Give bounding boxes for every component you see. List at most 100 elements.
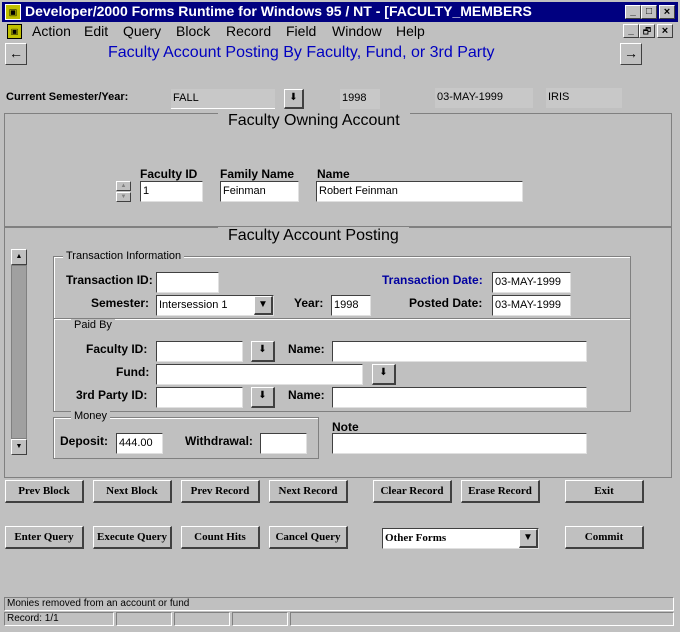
posting-section-title: Faculty Account Posting <box>218 227 409 245</box>
current-semester-label: Current Semester/Year: <box>6 91 129 103</box>
menu-block[interactable]: Block <box>176 23 210 39</box>
menu-help[interactable]: Help <box>396 23 425 39</box>
clear-record-button[interactable]: Clear Record <box>373 480 452 503</box>
paid-faculty-lov-button[interactable]: ⬇ <box>251 341 275 362</box>
menu-action[interactable]: Action <box>32 23 71 39</box>
status-message-text: Monies removed from an account or fund <box>7 598 190 609</box>
record-scroll-up[interactable]: ▲ <box>116 181 131 191</box>
next-record-button[interactable]: Next Record <box>269 480 348 503</box>
third-party-name-label: Name: <box>288 388 325 402</box>
app-icon[interactable]: ▣ <box>5 4 21 20</box>
semester-lov-button[interactable]: ⬇ <box>284 89 304 109</box>
fund-lov-button[interactable]: ⬇ <box>372 364 396 385</box>
enter-query-button[interactable]: Enter Query <box>5 526 84 549</box>
prev-form-button[interactable]: ← <box>5 43 27 65</box>
third-party-id-field[interactable] <box>156 387 243 408</box>
transaction-id-field[interactable] <box>156 272 219 293</box>
mdi-restore-button[interactable]: 🗗 <box>639 24 655 38</box>
owning-family-name-field[interactable]: Feinman <box>220 181 299 202</box>
exit-button[interactable]: Exit <box>565 480 644 503</box>
scroll-down-button[interactable]: ▼ <box>11 439 27 455</box>
execute-query-button[interactable]: Execute Query <box>93 526 172 549</box>
status-cell-3 <box>174 612 230 626</box>
menu-window[interactable]: Window <box>332 23 382 39</box>
menu-bar: ▣ Action Edit Query Block Record Field W… <box>2 22 678 41</box>
count-hits-button[interactable]: Count Hits <box>181 526 260 549</box>
minimize-button[interactable]: _ <box>625 5 641 19</box>
current-year-field[interactable]: 1998 <box>340 89 380 109</box>
close-icon: × <box>663 6 671 18</box>
owning-name-field[interactable]: Robert Feinman <box>316 181 523 202</box>
paid-name-label: Name: <box>288 342 325 356</box>
commit-button[interactable]: Commit <box>565 526 644 549</box>
semester-dropdown-button[interactable]: ▼ <box>254 296 273 315</box>
paid-faculty-id-field[interactable] <box>156 341 243 362</box>
mdi-restore-icon: 🗗 <box>642 26 652 36</box>
menu-field[interactable]: Field <box>286 23 316 39</box>
mdi-minimize-icon: _ <box>628 25 634 36</box>
mdi-minimize-button[interactable]: _ <box>623 24 639 38</box>
posted-date-label: Posted Date: <box>409 296 483 310</box>
fund-field[interactable] <box>156 364 363 385</box>
mdi-close-icon: × <box>661 25 669 37</box>
fund-label: Fund: <box>116 365 150 379</box>
down-arrow-icon: ⬇ <box>379 367 388 378</box>
other-forms-select[interactable]: Other Forms <box>382 528 539 549</box>
up-arrow-icon: ▲ <box>120 183 127 189</box>
close-button[interactable]: × <box>659 5 675 19</box>
prev-record-button[interactable]: Prev Record <box>181 480 260 503</box>
mdi-close-button[interactable]: × <box>657 24 673 38</box>
deposit-field[interactable]: 444.00 <box>116 433 163 454</box>
paid-faculty-id-label: Faculty ID: <box>86 342 148 356</box>
menu-record[interactable]: Record <box>226 23 271 39</box>
down-arrow-icon: ▼ <box>15 443 23 450</box>
erase-record-button[interactable]: Erase Record <box>461 480 540 503</box>
other-forms-dropdown-button[interactable]: ▼ <box>519 529 538 548</box>
chevron-down-icon: ▼ <box>523 532 533 543</box>
owning-faculty-id-field[interactable]: 1 <box>140 181 203 202</box>
transaction-date-field[interactable]: 03-MAY-1999 <box>492 272 571 293</box>
money-group-title: Money <box>71 410 111 422</box>
doc-icon[interactable]: ▣ <box>7 24 22 39</box>
page-title: Faculty Account Posting By Faculty, Fund… <box>108 44 495 61</box>
record-indicator: Record: 1/1 <box>4 612 114 626</box>
scroll-thumb[interactable] <box>11 265 27 439</box>
status-cell-5 <box>290 612 674 626</box>
menu-query[interactable]: Query <box>123 23 161 39</box>
paid-name-field[interactable] <box>332 341 587 362</box>
record-indicator-text: Record: 1/1 <box>7 613 59 624</box>
next-block-button[interactable]: Next Block <box>93 480 172 503</box>
third-party-id-label: 3rd Party ID: <box>76 388 148 402</box>
record-scroll-down[interactable]: ▼ <box>116 192 131 202</box>
right-arrow-icon: → <box>624 45 638 61</box>
down-arrow-icon: ⬇ <box>258 344 267 355</box>
down-arrow-icon: ⬇ <box>289 92 298 103</box>
down-arrow-icon: ▼ <box>120 194 127 200</box>
paid-by-group-title: Paid By <box>71 319 115 331</box>
owning-section-title: Faculty Owning Account <box>218 112 410 130</box>
prev-block-button[interactable]: Prev Block <box>5 480 84 503</box>
third-party-lov-button[interactable]: ⬇ <box>251 387 275 408</box>
year-field[interactable]: 1998 <box>331 295 371 316</box>
left-arrow-icon: ← <box>9 45 23 61</box>
posting-scrollbar[interactable]: ▲ ▼ <box>11 249 27 455</box>
owning-family-name-label: Family Name <box>220 167 295 181</box>
menu-edit[interactable]: Edit <box>84 23 108 39</box>
third-party-name-field[interactable] <box>332 387 587 408</box>
chevron-down-icon: ▼ <box>258 299 268 310</box>
window-title: Developer/2000 Forms Runtime for Windows… <box>25 3 532 19</box>
maximize-icon: □ <box>645 6 653 17</box>
up-arrow-icon: ▲ <box>15 253 23 260</box>
current-date-field: 03-MAY-1999 <box>435 88 533 108</box>
posted-date-field[interactable]: 03-MAY-1999 <box>492 295 571 316</box>
note-field[interactable] <box>332 433 587 454</box>
cancel-query-button[interactable]: Cancel Query <box>269 526 348 549</box>
scroll-up-button[interactable]: ▲ <box>11 249 27 265</box>
withdrawal-label: Withdrawal: <box>185 434 253 448</box>
next-form-button[interactable]: → <box>620 43 642 65</box>
title-bar[interactable]: ▣ Developer/2000 Forms Runtime for Windo… <box>2 2 678 22</box>
current-semester-field[interactable]: FALL <box>171 89 275 109</box>
withdrawal-field[interactable] <box>260 433 307 454</box>
maximize-button[interactable]: □ <box>641 5 657 19</box>
status-cell-4 <box>232 612 288 626</box>
